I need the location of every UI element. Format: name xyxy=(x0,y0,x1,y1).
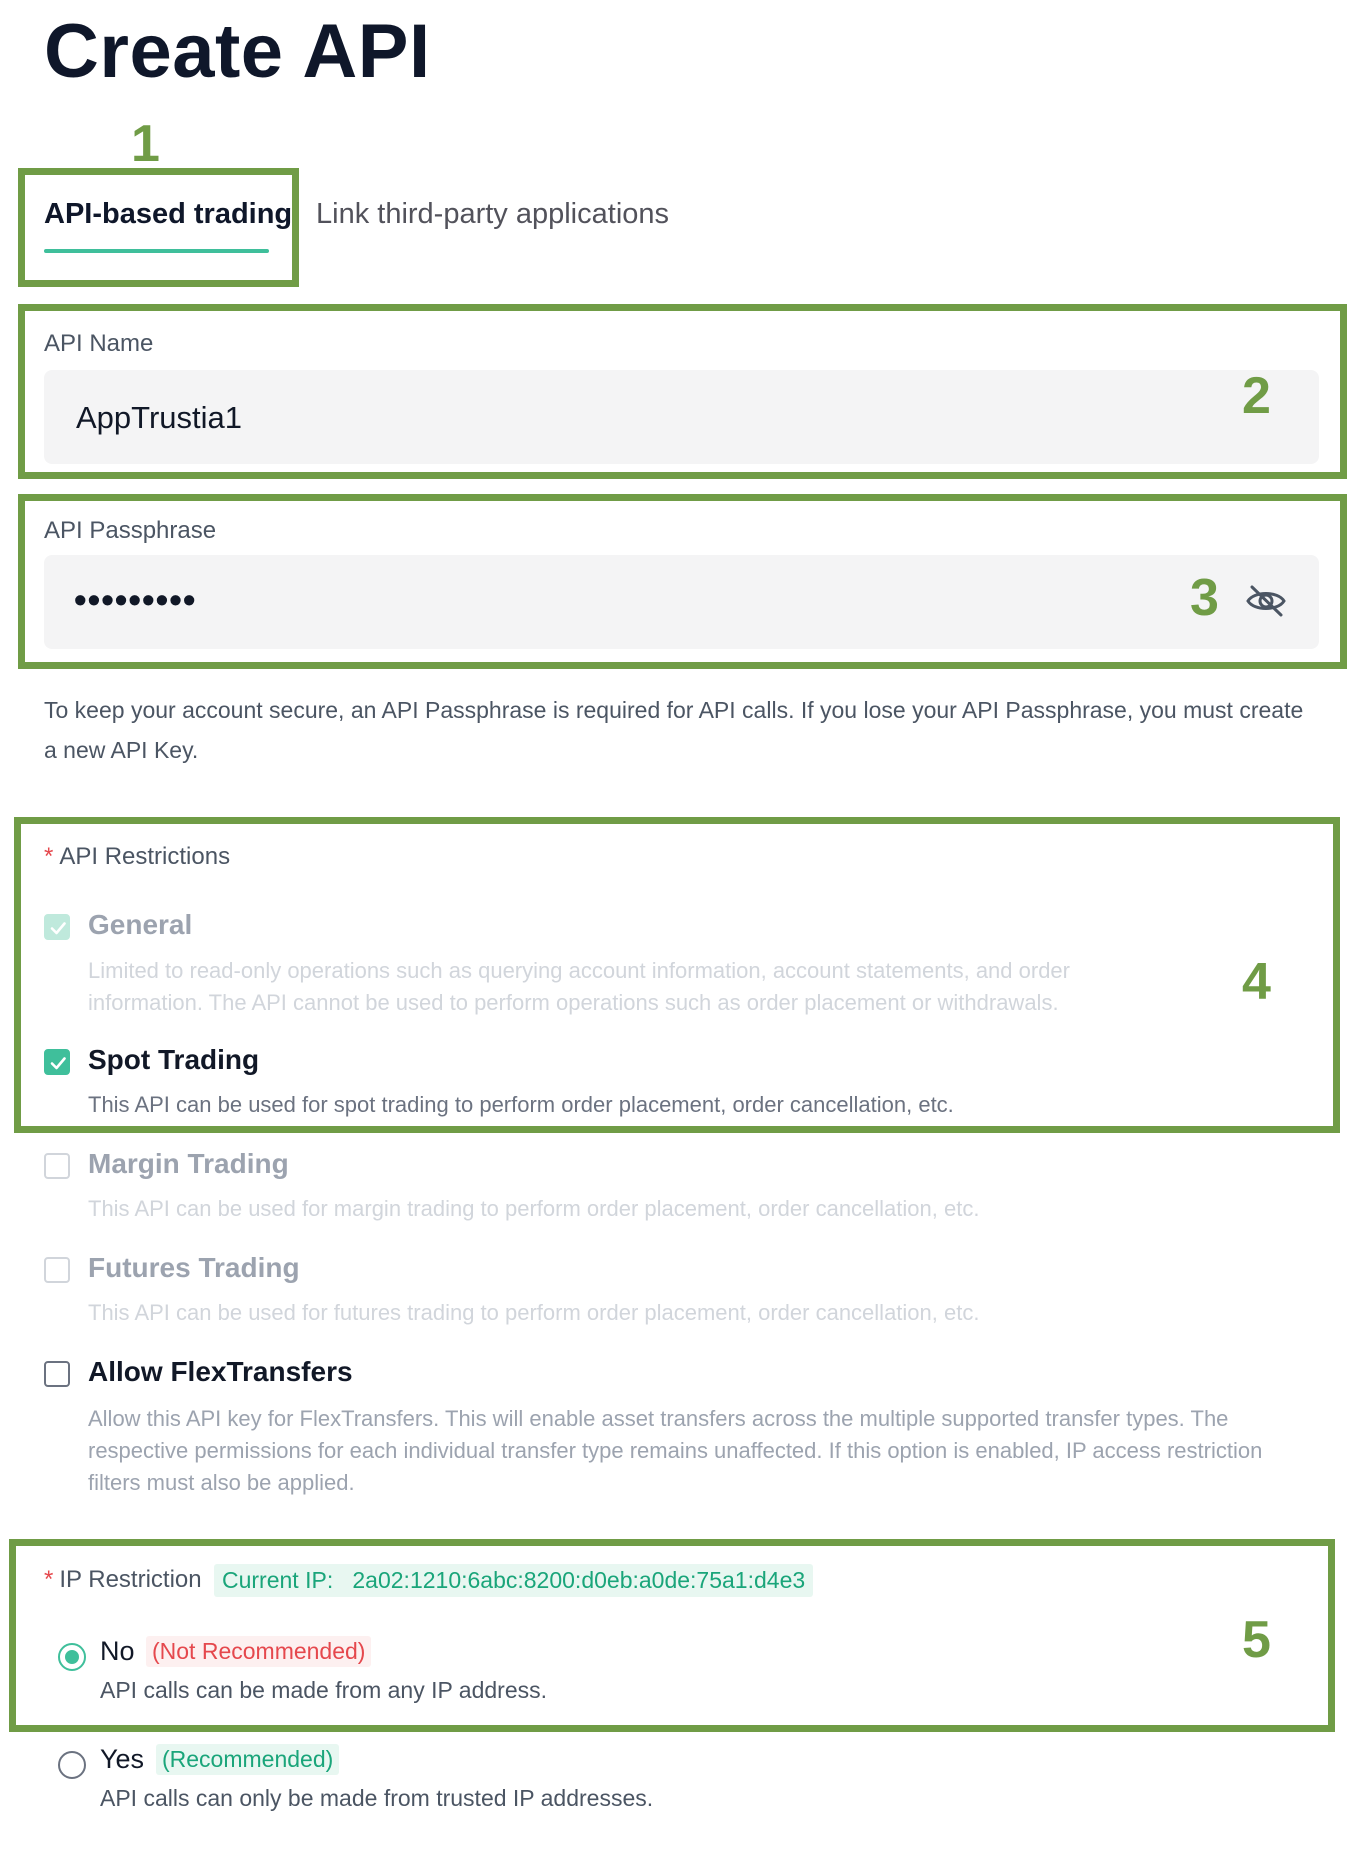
option-desc-general: Limited to read-only operations such as … xyxy=(88,958,1070,1015)
ip-restriction-label-text: IP Restriction xyxy=(59,1566,202,1593)
api-name-input[interactable]: AppTrustia1 xyxy=(44,370,1319,464)
radio-ip-no[interactable] xyxy=(58,1643,86,1671)
checkbox-allow-flextransfers[interactable] xyxy=(44,1361,70,1387)
api-passphrase-label: API Passphrase xyxy=(44,517,217,544)
checkbox-futures-trading[interactable] xyxy=(44,1257,70,1283)
option-title-general: General xyxy=(88,909,193,940)
tab-api-based-trading[interactable]: API-based trading xyxy=(44,198,292,231)
annotation-number-1: 1 xyxy=(131,115,160,173)
option-desc-spot-trading: This API can be used for spot trading to… xyxy=(88,1092,954,1117)
passphrase-helper-text: To keep your account secure, an API Pass… xyxy=(44,697,1304,763)
current-ip-label: Current IP: xyxy=(222,1567,334,1593)
radio-title-no: No xyxy=(100,1636,135,1666)
required-asterisk: * xyxy=(44,1566,54,1593)
option-desc-margin-trading: This API can be used for margin trading … xyxy=(88,1196,980,1221)
page-title: Create API xyxy=(44,9,431,94)
active-tab-underline xyxy=(44,249,269,253)
tab-link-third-party-applications[interactable]: Link third-party applications xyxy=(316,198,669,231)
api-passphrase-input[interactable]: ••••••••• xyxy=(44,555,1319,649)
radio-selected-dot xyxy=(65,1650,79,1664)
check-icon xyxy=(50,1057,66,1070)
api-restrictions-label-text: API Restrictions xyxy=(59,843,231,870)
radio-ip-yes[interactable] xyxy=(58,1751,86,1779)
option-title-spot-trading: Spot Trading xyxy=(88,1044,260,1075)
current-ip-tag: Current IP: 2a02:1210:6abc:8200:d0eb:a0d… xyxy=(214,1564,814,1597)
recommended-tag: (Recommended) xyxy=(156,1744,340,1775)
required-asterisk: * xyxy=(44,843,54,870)
eye-slash-icon[interactable] xyxy=(1245,583,1287,619)
option-title-margin-trading: Margin Trading xyxy=(88,1148,289,1179)
checkbox-general[interactable] xyxy=(44,914,70,940)
radio-desc-no: API calls can be made from any IP addres… xyxy=(100,1677,548,1703)
annotation-number-5: 5 xyxy=(1242,1611,1271,1669)
api-passphrase-masked-value: ••••••••• xyxy=(74,579,197,620)
annotation-number-3: 3 xyxy=(1190,569,1219,627)
not-recommended-tag: (Not Recommended) xyxy=(146,1636,372,1667)
api-name-label: API Name xyxy=(44,330,154,357)
api-restrictions-label: * API Restrictions xyxy=(44,843,230,871)
api-name-value: AppTrustia1 xyxy=(76,400,242,435)
check-icon xyxy=(50,922,66,935)
radio-title-yes: Yes xyxy=(100,1744,145,1774)
option-title-allow-flextransfers: Allow FlexTransfers xyxy=(88,1356,353,1387)
checkbox-spot-trading[interactable] xyxy=(44,1049,70,1075)
option-desc-allow-flextransfers: Allow this API key for FlexTransfers. Th… xyxy=(88,1406,1263,1495)
checkbox-margin-trading[interactable] xyxy=(44,1153,70,1179)
ip-restriction-label: * IP Restriction xyxy=(44,1566,202,1594)
annotation-number-4: 4 xyxy=(1242,953,1271,1011)
radio-desc-yes: API calls can only be made from trusted … xyxy=(100,1785,654,1811)
option-title-futures-trading: Futures Trading xyxy=(88,1252,300,1283)
annotation-number-2: 2 xyxy=(1242,367,1271,425)
option-desc-futures-trading: This API can be used for futures trading… xyxy=(88,1300,980,1325)
current-ip-value: 2a02:1210:6abc:8200:d0eb:a0de:75a1:d4e3 xyxy=(352,1567,806,1593)
